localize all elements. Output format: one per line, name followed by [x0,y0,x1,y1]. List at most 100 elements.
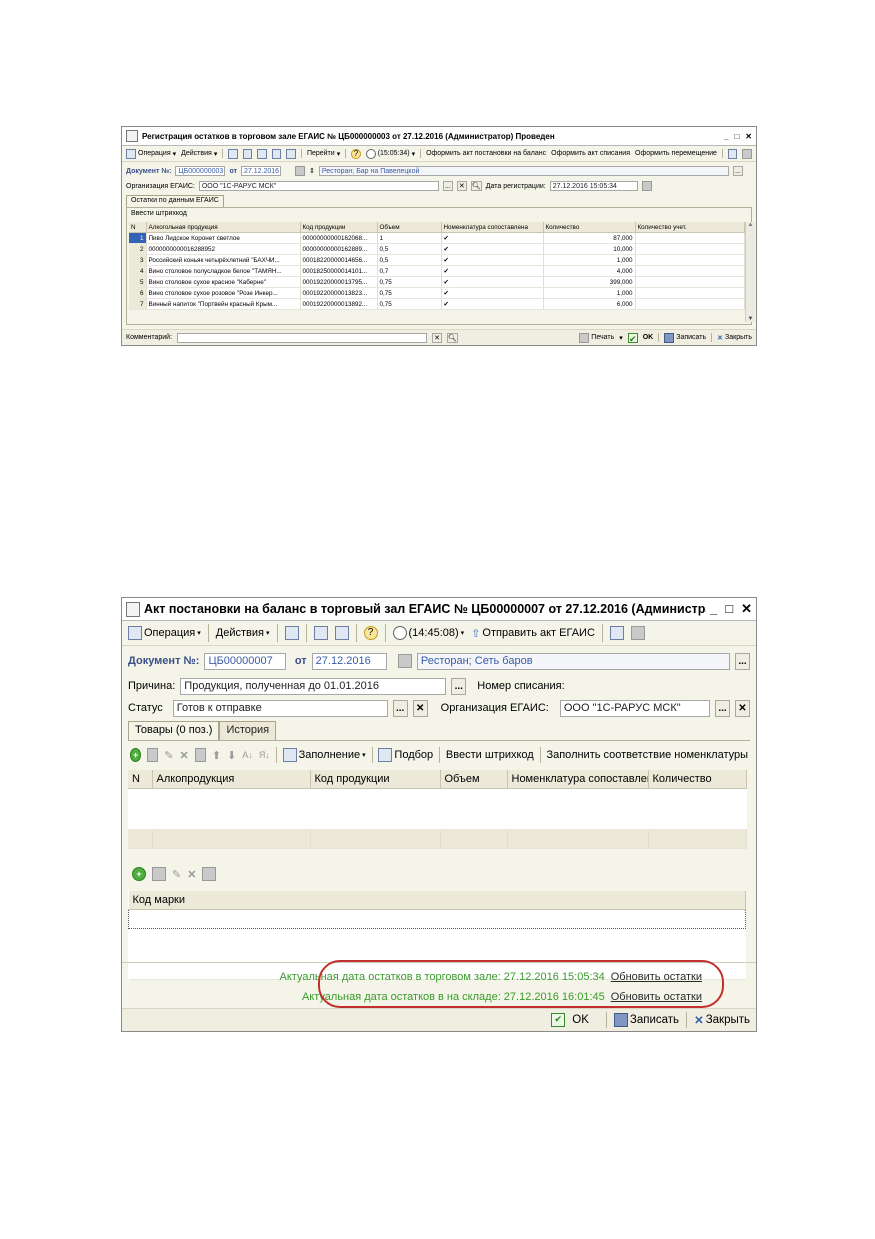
column-header[interactable]: Номенклатура сопоставлена [507,770,649,789]
clear-icon[interactable]: ✕ [412,699,428,717]
organization-select-button[interactable]: ... [442,181,453,191]
organization-select-button[interactable]: ... [715,699,730,717]
empty-table-area[interactable] [128,788,746,830]
tab-history[interactable]: История [219,721,277,740]
chevron-down-icon[interactable]: ▾ [619,334,623,342]
calendar-icon[interactable] [398,654,412,668]
document-date-input[interactable]: 27.12.2016 [241,166,281,176]
tab-goods[interactable]: Товары (0 поз.) [128,721,220,740]
copy-icon[interactable] [152,867,166,881]
table-row[interactable]: 6 Вино столовое сухое розовое "Розе Инкер… [129,287,745,299]
act-balance-button[interactable]: Оформить акт постановки на баланс [426,150,546,157]
document-number-input[interactable]: ЦБ00000007 [204,652,286,670]
list-icon[interactable] [630,626,645,640]
help-icon[interactable]: ? [363,626,378,640]
column-header[interactable]: Код марки [128,891,746,910]
maximize-icon[interactable]: □ [734,132,739,141]
list-icon[interactable] [742,148,752,159]
column-header[interactable]: Количество [543,222,636,233]
close-icon[interactable]: ✕ [745,132,752,141]
close-button[interactable]: ✕ Закрыть [694,1013,750,1027]
calendar-icon[interactable] [641,181,652,191]
close-button[interactable]: ✕ Закрыть [717,334,752,342]
movements-icon[interactable] [271,148,282,159]
organization-input[interactable]: ООО "1С-РАРУС МСК" [559,699,710,717]
sort-asc-icon[interactable]: A↓ [242,750,253,760]
edit-icon[interactable]: ✎ [164,749,173,762]
structure-icon[interactable] [242,148,253,159]
table-row[interactable]: 7 Винный напиток "Портвейн красный Крым..… [129,298,745,310]
department-select-button[interactable]: ... [732,166,743,176]
save-button[interactable]: Записать [613,1013,679,1027]
tab-egais-balances[interactable]: Остатки по данным ЕГАИС [126,195,224,207]
column-header[interactable]: Объем [377,222,442,233]
delete-icon[interactable]: ✕ [187,868,196,881]
copy-icon[interactable] [147,748,159,762]
department-select-button[interactable]: ... [735,652,750,670]
clear-icon[interactable]: ✕ [432,332,443,343]
organization-input[interactable]: ООО "1С-РАРУС МСК" [198,181,439,191]
column-header[interactable]: Алкопродукция [152,770,311,789]
status-select-button[interactable]: ... [392,699,408,717]
fill-menu[interactable]: Заполнение ▾ [282,748,366,762]
department-input[interactable]: Ресторан; Сеть баров [416,652,730,670]
column-header[interactable]: Алкогольная продукция [146,222,301,233]
edit-icon[interactable]: ✎ [172,868,181,881]
operation-menu[interactable]: Операция ▾ [126,148,176,159]
move-down-icon[interactable]: ⬇ [227,749,236,762]
help-icon[interactable]: ? [351,148,361,159]
minimize-icon[interactable]: _ [710,601,717,617]
tree-icon[interactable] [609,626,624,640]
transfer-button[interactable]: Оформить перемещение [635,150,717,157]
maximize-icon[interactable]: □ [725,601,733,617]
table-row[interactable]: 5 Вино столовое сухое красное "Каберне" 00… [129,276,745,288]
column-header[interactable]: Номенклатура сопоставлена [441,222,544,233]
sort-desc-icon[interactable]: Я↓ [259,750,270,760]
column-header[interactable]: N [129,222,147,233]
search-icon[interactable]: 🔍︎ [447,332,458,343]
table-row[interactable]: 2 0000000000016288952 00000000000162889...… [129,243,745,255]
post-icon[interactable] [284,626,299,640]
act-writeoff-button[interactable]: Оформить акт списания [551,150,630,157]
document-number-input[interactable]: ЦБ000000003 [175,166,226,176]
column-header[interactable]: Количество учет. [635,222,745,233]
checkmark-icon[interactable]: ✔ [627,332,638,344]
time-button[interactable]: (15:05:34) ▾ [365,148,415,159]
ok-button[interactable]: OK [643,334,654,341]
add-icon[interactable]: + [132,867,146,881]
operation-menu[interactable]: Операция ▾ [128,626,201,640]
comment-input[interactable] [177,332,428,343]
clear-icon[interactable]: ✕ [735,699,750,717]
structure-icon[interactable] [313,626,328,640]
column-header[interactable]: Код продукции [310,770,441,789]
document-date-input[interactable]: 27.12.2016 [311,652,388,670]
reason-select-button[interactable]: ... [451,677,467,695]
minimize-icon[interactable]: _ [724,132,728,141]
close-icon[interactable]: ✕ [741,601,752,617]
end-edit-icon[interactable] [202,867,217,881]
scroll-up-icon[interactable]: ▲ [746,222,755,228]
pick-button[interactable]: Подбор [378,748,433,762]
table-row[interactable]: 1 Пиво Лидское Коронет светлое 00000000000… [129,232,745,244]
tree-icon[interactable] [727,148,738,159]
goto-menu[interactable]: Перейти ▾ [307,150,340,158]
spin-icon[interactable]: ⇕ [309,167,315,175]
print-button[interactable]: Печать [579,332,614,343]
calendar-icon[interactable] [295,166,305,176]
column-header[interactable]: Количество [648,770,747,789]
copy-icon[interactable] [257,148,267,159]
column-header[interactable]: N [128,770,153,789]
move-up-icon[interactable]: ⬆ [212,749,221,762]
end-edit-icon[interactable] [194,748,206,762]
barcode-button[interactable]: Ввести штрихкод [446,749,534,761]
clear-icon[interactable]: ✕ [456,181,467,191]
scroll-down-icon[interactable]: ▼ [746,316,755,322]
send-egais-button[interactable]: ⇧ Отправить акт ЕГАИС [471,627,595,640]
column-header[interactable]: Объем [440,770,508,789]
copy-icon[interactable] [334,626,349,640]
time-button[interactable]: (14:45:08) ▾ [392,626,464,640]
table-row[interactable]: 4 Вино столовое полусладкое белое "ТАМЯН.… [129,265,745,277]
report-icon[interactable] [286,148,296,159]
delete-icon[interactable]: ✕ [180,749,189,762]
table-row[interactable]: 3 Российский коньяк четырёхлетний "БАХЧИ.… [129,254,745,266]
